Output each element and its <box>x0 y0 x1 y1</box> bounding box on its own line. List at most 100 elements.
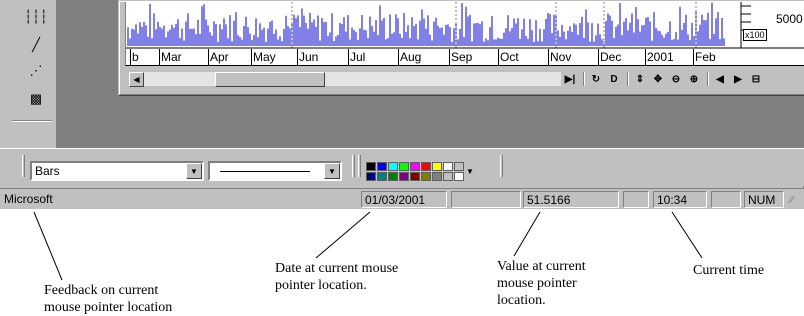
status-value-panel: 51.5166 <box>523 191 619 208</box>
line-tool-icon[interactable]: ╱ <box>24 34 48 56</box>
month-label: May <box>253 50 276 64</box>
month-label: b <box>132 50 139 64</box>
month-label: Sep <box>451 50 473 64</box>
month-tick <box>598 49 599 65</box>
month-tick <box>297 49 298 65</box>
d-button-icon[interactable]: D <box>606 71 622 87</box>
mdi-work-area: b Mar Apr May Jun Jul Aug Sep Oct Nov Dec 2001 Feb 5… <box>56 0 804 148</box>
time-annotation: Current time <box>693 262 764 279</box>
scroll-left-button[interactable]: ◀ <box>129 72 144 87</box>
palette-dropdown-icon[interactable]: ▼ <box>466 167 474 176</box>
color-swatch[interactable] <box>388 171 398 181</box>
chart-navigation-toolbar: ▶| ↻ D ⇕ ✥ ⊖ ⊕ ◀ ▶ ⊟ <box>562 70 804 88</box>
value-line-3: location. <box>497 293 546 308</box>
drawing-toolbar: ┆┆┆ ╱ ⋰ ▩ <box>8 0 56 148</box>
pattern-tool-icon[interactable]: ▩ <box>24 88 48 110</box>
month-tick <box>130 49 131 65</box>
arrow-left-icon: ◀ <box>133 75 140 84</box>
month-tick <box>398 49 399 65</box>
month-label: Mar <box>161 50 182 64</box>
scroll-end-icon[interactable]: ▶| <box>562 71 578 87</box>
scroll-left-icon[interactable]: ◀ <box>712 71 728 87</box>
color-swatch[interactable] <box>443 171 453 181</box>
value-leader-line <box>513 211 541 257</box>
vertical-scale-icon[interactable]: ⇕ <box>632 71 648 87</box>
scroll-right-icon[interactable]: ▶ <box>730 71 746 87</box>
chevron-down-icon[interactable]: ▼ <box>324 163 340 179</box>
color-swatch[interactable] <box>366 161 376 171</box>
feedback-annotation: Feedback on current mouse pointer locati… <box>44 282 172 316</box>
status-numlock-panel: NUM <box>744 191 784 208</box>
color-swatch[interactable] <box>399 171 409 181</box>
toolbar-grip[interactable] <box>358 155 361 177</box>
chevron-down-icon[interactable]: ▼ <box>186 163 202 179</box>
feedback-line-1: Feedback on current <box>44 283 159 298</box>
color-swatch[interactable] <box>399 161 409 171</box>
value-annotation: Value at current mouse pointer location. <box>497 258 586 309</box>
status-message: Microsoft <box>4 192 53 206</box>
format-toolbar: Bars ▼ ▼ ▼ <box>0 148 804 186</box>
chart-type-select[interactable]: Bars ▼ <box>30 161 204 181</box>
color-swatch[interactable] <box>366 171 376 181</box>
crosshair-icon[interactable]: ✥ <box>650 71 666 87</box>
feedback-leader-line <box>33 211 63 281</box>
horizontal-scrollbar[interactable]: ◀ <box>128 71 562 87</box>
color-swatch[interactable] <box>432 161 442 171</box>
toolbar-grip[interactable] <box>352 155 355 177</box>
color-swatch[interactable] <box>410 171 420 181</box>
color-swatch[interactable] <box>410 161 420 171</box>
month-label: Jun <box>299 50 319 64</box>
fan-tool-icon[interactable]: ⋰ <box>24 60 48 82</box>
color-swatch[interactable] <box>388 161 398 171</box>
month-label: Aug <box>400 50 422 64</box>
refresh-icon[interactable]: ↻ <box>588 71 604 87</box>
size-grip-icon[interactable]: ⁄⁄ <box>790 195 802 207</box>
date-line-2: pointer location. <box>275 278 367 293</box>
month-tick <box>693 49 694 65</box>
month-label: Oct <box>500 50 519 64</box>
toolbar-separator <box>707 72 709 86</box>
month-tick <box>548 49 549 65</box>
month-label: Feb <box>695 50 716 64</box>
date-line-1: Date at current mouse <box>275 261 399 276</box>
gridlines-tool-icon[interactable]: ┆┆┆ <box>24 6 48 28</box>
month-label: Apr <box>210 50 229 64</box>
month-tick <box>348 49 349 65</box>
chart-plot-area[interactable]: b Mar Apr May Jun Jul Aug Sep Oct Nov Dec 2001 Feb 5… <box>125 2 804 66</box>
y-axis-multiplier: x100 <box>743 29 767 41</box>
toolbar-divider <box>12 120 52 122</box>
month-tick <box>159 49 160 65</box>
month-label: Jul <box>350 50 366 64</box>
color-swatch[interactable] <box>421 171 431 181</box>
toolbar-grip[interactable] <box>500 155 503 177</box>
month-label: Dec <box>600 50 622 64</box>
status-bar: Microsoft 01/03/2001 51.5166 10:34 NUM ⁄… <box>0 188 804 209</box>
color-swatch[interactable] <box>421 161 431 171</box>
color-palette[interactable]: ▼ <box>366 157 490 185</box>
toolbar-separator <box>627 72 629 86</box>
color-swatch[interactable] <box>454 161 464 171</box>
color-swatch[interactable] <box>377 171 387 181</box>
color-swatch[interactable] <box>432 171 442 181</box>
status-empty-panel <box>711 191 741 208</box>
status-empty-panel <box>451 191 521 208</box>
scrollbar-thumb[interactable] <box>215 72 325 87</box>
month-label: Nov <box>550 50 572 64</box>
color-swatch[interactable] <box>377 161 387 171</box>
status-empty-panel <box>623 191 649 208</box>
month-label: 2001 <box>647 50 674 64</box>
color-swatch[interactable] <box>443 161 453 171</box>
zoom-out-icon[interactable]: ⊖ <box>668 71 684 87</box>
chart-type-value: Bars <box>35 164 60 178</box>
month-tick <box>645 49 646 65</box>
color-swatch[interactable] <box>454 171 464 181</box>
month-tick <box>251 49 252 65</box>
chart-window: b Mar Apr May Jun Jul Aug Sep Oct Nov Dec 2001 Feb 5… <box>118 0 804 96</box>
line-style-select[interactable]: ▼ <box>208 161 342 181</box>
zoom-in-icon[interactable]: ⊕ <box>686 71 702 87</box>
toolbar-grip[interactable] <box>22 155 25 177</box>
date-annotation: Date at current mouse pointer location. <box>275 260 398 294</box>
toolbar-separator <box>583 72 585 86</box>
status-date-panel: 01/03/2001 <box>361 191 447 208</box>
window-icon[interactable]: ⊟ <box>748 71 764 87</box>
